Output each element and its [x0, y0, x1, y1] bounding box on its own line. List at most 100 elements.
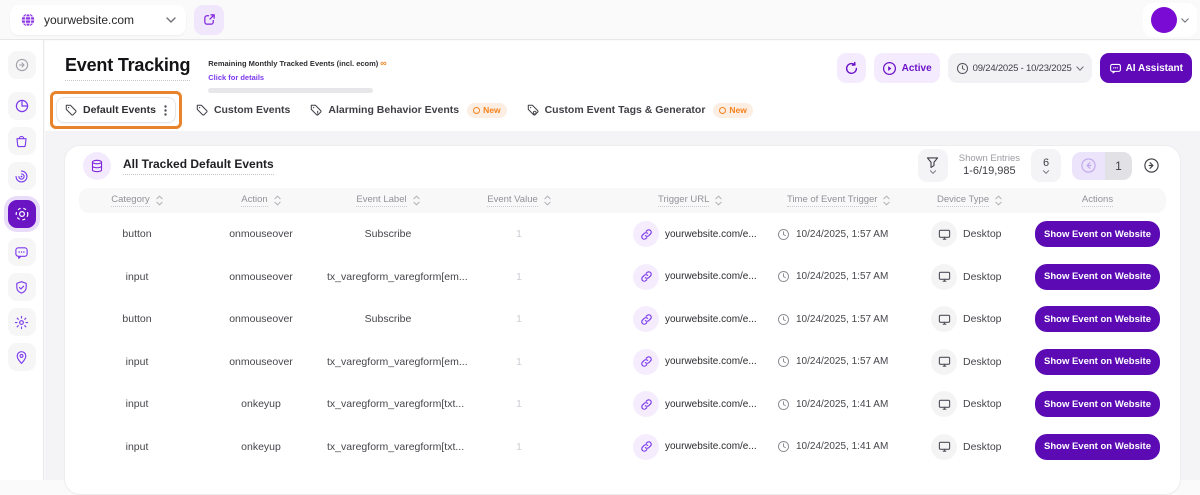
page-size-selector[interactable]: 6: [1031, 149, 1061, 182]
cell-event-value: 1: [449, 313, 589, 325]
table-title: All Tracked Default Events: [123, 157, 274, 175]
column-header-event-value[interactable]: Event Value: [449, 194, 589, 207]
table-header-row: Category Action Event Label Event Value …: [79, 188, 1166, 213]
link-icon: [640, 313, 653, 326]
chevron-down-icon: [1076, 66, 1084, 71]
link-icon-circle[interactable]: [633, 306, 659, 332]
sort-icon[interactable]: [413, 195, 420, 206]
play-circle-icon: [882, 61, 897, 76]
cell-device-type: Desktop: [921, 306, 1029, 332]
device-icon-circle: [931, 306, 957, 332]
cell-device-type: Desktop: [921, 264, 1029, 290]
website-name: yourwebsite.com: [44, 13, 158, 27]
cell-action: onkeyup: [195, 398, 327, 410]
cell-event-value: 1: [449, 398, 589, 410]
refresh-button[interactable]: [837, 53, 866, 83]
monitor-icon: [938, 355, 951, 368]
sidebar-item-collapse[interactable]: [8, 51, 36, 79]
sidebar-item-feedback[interactable]: [8, 238, 36, 266]
date-range-picker[interactable]: 09/24/2025 - 10/23/2025: [948, 53, 1092, 83]
show-event-button[interactable]: Show Event on Website: [1035, 391, 1160, 417]
tab-label: Custom Events: [214, 104, 290, 116]
cell-event-label: tx_varegform_varegform[txt...: [327, 441, 449, 453]
top-bar: yourwebsite.com: [0, 0, 1200, 40]
cell-event-value: 1: [449, 441, 589, 453]
kebab-menu-icon[interactable]: [164, 105, 167, 116]
cell-event-label: Subscribe: [327, 228, 449, 240]
shown-entries: Shown Entries 1-6/19,985: [959, 153, 1020, 179]
sidebar-item-location[interactable]: [8, 343, 36, 371]
link-icon: [640, 355, 653, 368]
previous-page-button[interactable]: [1072, 152, 1105, 180]
cell-time: 10/24/2025, 1:57 AM: [759, 313, 921, 326]
sidebar-item-ecommerce[interactable]: [8, 127, 36, 155]
link-icon-circle[interactable]: [633, 264, 659, 290]
show-event-button[interactable]: Show Event on Website: [1035, 221, 1160, 247]
cell-device-type: Desktop: [921, 221, 1029, 247]
sort-icon[interactable]: [544, 195, 551, 206]
tab-custom-event-tags-generator[interactable]: Custom Event Tags & Generator New: [527, 103, 753, 118]
clock-icon: [777, 398, 790, 411]
monitor-icon: [938, 398, 951, 411]
column-header-action[interactable]: Action: [195, 194, 327, 207]
column-header-event-label[interactable]: Event Label: [327, 194, 449, 207]
cell-event-label: tx_varegform_varegform[em...: [327, 356, 449, 368]
new-badge-dot-icon: [473, 107, 480, 114]
external-link-icon: [203, 13, 216, 26]
cell-actions: Show Event on Website: [1029, 391, 1166, 417]
column-header-category[interactable]: Category: [79, 194, 195, 207]
show-event-button[interactable]: Show Event on Website: [1035, 306, 1160, 332]
tag-gear-icon: [527, 104, 539, 116]
sort-icon[interactable]: [274, 195, 281, 206]
show-event-button[interactable]: Show Event on Website: [1035, 434, 1160, 460]
radar-icon: [14, 169, 29, 184]
database-icon: [90, 159, 104, 173]
tab-custom-events[interactable]: Custom Events: [196, 104, 290, 116]
tab-alarming-behavior-events[interactable]: Alarming Behavior Events New: [310, 103, 506, 118]
link-icon: [640, 270, 653, 283]
sidebar-item-event-tracking[interactable]: [8, 200, 36, 228]
open-website-button[interactable]: [194, 5, 224, 35]
sidebar-item-analytics[interactable]: [8, 92, 36, 120]
link-icon-circle[interactable]: [633, 434, 659, 460]
sort-icon[interactable]: [156, 195, 163, 206]
next-page-button[interactable]: [1140, 155, 1162, 177]
sidebar-item-privacy[interactable]: [8, 273, 36, 301]
link-icon-circle[interactable]: [633, 221, 659, 247]
filter-button[interactable]: [918, 149, 948, 182]
tracking-status-button[interactable]: Active: [874, 53, 940, 83]
user-menu[interactable]: [1143, 3, 1197, 37]
click-for-details-link[interactable]: Click for details: [208, 73, 386, 82]
cell-trigger-url: yourwebsite.com/e...: [589, 306, 759, 332]
table-row: input onkeyup tx_varegform_varegform[txt…: [79, 426, 1166, 469]
column-header-trigger-url[interactable]: Trigger URL: [589, 194, 759, 207]
link-icon-circle[interactable]: [633, 391, 659, 417]
refresh-icon: [844, 61, 859, 76]
cell-category: input: [79, 356, 195, 368]
remaining-events[interactable]: Remaining Monthly Tracked Events (incl. …: [208, 53, 386, 93]
column-header-time[interactable]: Time of Event Trigger: [759, 194, 921, 207]
sort-icon[interactable]: [715, 195, 722, 206]
tab-default-events[interactable]: Default Events: [56, 97, 176, 123]
show-event-button[interactable]: Show Event on Website: [1035, 264, 1160, 290]
ai-assistant-button[interactable]: AI Assistant: [1100, 53, 1192, 83]
link-icon-circle[interactable]: [633, 349, 659, 375]
sort-icon[interactable]: [995, 195, 1002, 206]
column-header-device-type[interactable]: Device Type: [921, 194, 1029, 207]
sort-icon[interactable]: [883, 195, 890, 206]
sidebar-item-settings[interactable]: [8, 308, 36, 336]
device-icon-circle: [931, 221, 957, 247]
new-badge: New: [467, 103, 506, 118]
current-page[interactable]: 1: [1105, 152, 1132, 180]
cell-action: onmouseover: [195, 271, 327, 283]
show-event-button[interactable]: Show Event on Website: [1035, 349, 1160, 375]
funnel-icon: [926, 157, 939, 169]
sidebar-item-behavior[interactable]: [8, 162, 36, 190]
pie-chart-icon: [14, 98, 30, 114]
website-selector[interactable]: yourwebsite.com: [10, 5, 186, 35]
remaining-label: Remaining Monthly Tracked Events (incl. …: [208, 59, 378, 68]
avatar: [1151, 7, 1177, 33]
gear-icon: [14, 315, 29, 330]
cell-trigger-url: yourwebsite.com/e...: [589, 221, 759, 247]
chat-bubble-icon: [14, 245, 29, 260]
